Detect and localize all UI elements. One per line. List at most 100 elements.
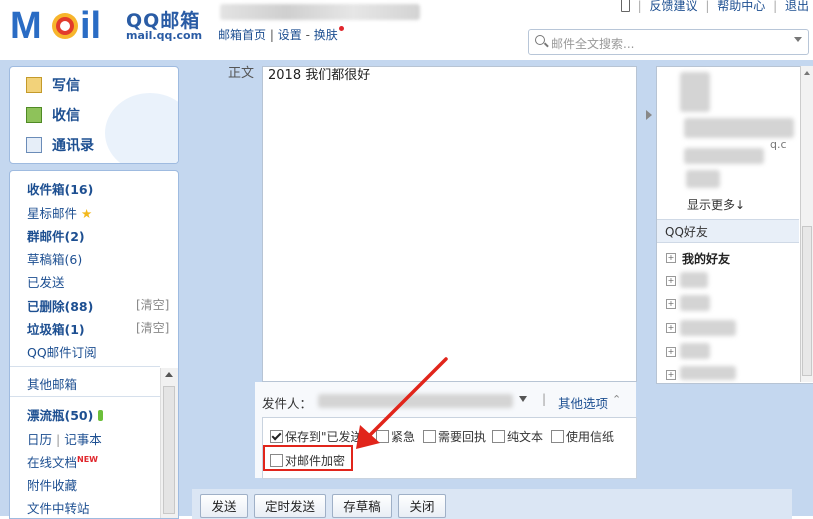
settings-link[interactable]: 设置	[278, 28, 302, 42]
star-icon: ★	[81, 206, 93, 221]
chevron-up-icon[interactable]: ⌃	[612, 393, 621, 406]
folder-sent[interactable]: 已发送	[27, 272, 65, 291]
divider	[10, 366, 160, 367]
checkbox-icon[interactable]	[270, 430, 283, 443]
expand-plus-icon[interactable]: +	[666, 276, 676, 286]
clear-spam-link[interactable]: [清空]	[136, 319, 169, 336]
contacts-label: 通讯录	[52, 138, 94, 154]
folder-starred-label: 星标邮件	[27, 206, 78, 221]
stationery-checkbox[interactable]: 使用信纸	[551, 428, 614, 445]
more-options-link[interactable]: 其他选项	[558, 393, 608, 412]
close-button[interactable]: 关闭	[398, 494, 446, 518]
nav-separator: |	[269, 28, 274, 42]
sidebar-scrollbar[interactable]	[160, 368, 178, 518]
mailbox-home-link[interactable]: 邮箱首页	[218, 28, 266, 42]
folder-spam[interactable]: 垃圾箱(1)	[27, 319, 85, 338]
folder-drafts[interactable]: 草稿箱(6)	[27, 249, 82, 268]
blurred-contact	[686, 170, 720, 188]
separator: |	[542, 392, 547, 406]
folder-other-mailbox[interactable]: 其他邮箱	[27, 374, 77, 393]
skin-link[interactable]: 换肤	[314, 28, 338, 42]
contacts-button[interactable]: 通讯录	[26, 135, 94, 155]
folder-bottle[interactable]: 漂流瓶(50)	[27, 405, 103, 424]
sender-label: 发件人：	[262, 396, 313, 411]
blurred-contact	[684, 148, 764, 164]
chevron-down-icon[interactable]	[794, 37, 802, 42]
blurred-group	[680, 295, 710, 311]
help-link[interactable]: 帮助中心	[717, 0, 765, 13]
checkbox-icon[interactable]	[551, 430, 564, 443]
folder-group[interactable]: 群邮件(2)	[27, 226, 85, 245]
new-dot-icon	[338, 26, 344, 31]
search-input[interactable]: 邮件全文搜索...	[551, 35, 634, 52]
body-editor[interactable]	[262, 66, 637, 382]
save-draft-button[interactable]: 存草稿	[332, 494, 392, 518]
blurred-group	[680, 320, 736, 336]
blurred-group	[680, 343, 710, 359]
group-my-friends[interactable]: 我的好友	[682, 250, 730, 267]
quick-actions-panel: 写信 收信 通讯录	[9, 66, 179, 164]
plain-text-checkbox[interactable]: 纯文本	[492, 428, 543, 445]
svg-text:M: M	[10, 5, 42, 44]
bottle-label: 漂流瓶(50)	[27, 408, 94, 423]
show-more-link[interactable]: 显示更多↓	[687, 196, 745, 213]
scroll-up-icon[interactable]	[804, 71, 810, 75]
compose-label: 写信	[52, 78, 80, 94]
qq-penguin-icon	[105, 93, 178, 163]
body-text: 2018 我们都很好	[268, 68, 371, 83]
blurred-contact	[684, 118, 794, 138]
expand-plus-icon[interactable]: +	[666, 370, 676, 380]
folder-inbox[interactable]: 收件箱(16)	[27, 179, 93, 198]
new-badge: NEW	[77, 454, 98, 464]
compose-button[interactable]: 写信	[26, 75, 80, 95]
top-links: | 反馈建议 | 帮助中心 | 退出	[620, 0, 809, 14]
clear-deleted-link[interactable]: [清空]	[136, 296, 169, 313]
annotation-highlight-box	[263, 445, 353, 471]
qq-friends-header[interactable]: QQ好友	[657, 219, 799, 243]
pencil-icon	[26, 77, 42, 93]
blurred-contact	[680, 72, 710, 112]
blurred-account-name	[220, 4, 420, 20]
phone-icon[interactable]	[620, 0, 630, 12]
expand-panel-icon[interactable]	[646, 110, 652, 120]
attachments-link[interactable]: 附件收藏	[27, 475, 77, 494]
calendar-memo-row: 日历 | 记事本	[27, 432, 102, 447]
expand-plus-icon[interactable]: +	[666, 323, 676, 333]
online-docs-link[interactable]: 在线文档NEW	[27, 452, 98, 471]
contact-email-fragment: q.c	[770, 138, 787, 151]
search-box[interactable]: 邮件全文搜索...	[528, 29, 809, 55]
qq-mail-logo: M il	[10, 5, 101, 44]
chevron-down-icon[interactable]	[519, 396, 527, 402]
folder-subscribe[interactable]: QQ邮件订阅	[27, 342, 97, 361]
body-label: 正文	[228, 66, 255, 81]
scroll-up-icon[interactable]	[165, 372, 173, 377]
memo-link[interactable]: 记事本	[64, 432, 102, 447]
bottle-icon	[97, 410, 103, 421]
logout-link[interactable]: 退出	[785, 0, 809, 13]
blurred-group	[680, 272, 708, 288]
search-icon	[535, 35, 545, 45]
scrollbar-thumb[interactable]	[163, 386, 175, 514]
contacts-scrollbar[interactable]	[800, 66, 813, 382]
svg-text:il: il	[80, 5, 101, 44]
calendar-link[interactable]: 日历	[27, 432, 52, 447]
stationery-label: 使用信纸	[566, 430, 615, 444]
blurred-group	[680, 366, 736, 380]
download-icon	[26, 107, 42, 123]
file-transfer-link[interactable]: 文件中转站	[27, 498, 90, 517]
expand-plus-icon[interactable]: +	[666, 253, 676, 263]
folder-deleted[interactable]: 已删除(88)	[27, 296, 93, 315]
scrollbar-thumb[interactable]	[802, 226, 812, 376]
divider	[10, 396, 160, 397]
header-nav: 邮箱首页 | 设置 - 换肤	[218, 26, 344, 43]
scheduled-send-button[interactable]: 定时发送	[254, 494, 326, 518]
expand-plus-icon[interactable]: +	[666, 347, 676, 357]
expand-plus-icon[interactable]: +	[666, 299, 676, 309]
send-button[interactable]: 发送	[200, 494, 248, 518]
inbox-button[interactable]: 收信	[26, 105, 80, 125]
folder-starred[interactable]: 星标邮件 ★	[27, 203, 92, 222]
online-docs-label: 在线文档	[27, 455, 78, 470]
feedback-link[interactable]: 反馈建议	[650, 0, 698, 13]
receive-label: 收信	[52, 108, 80, 124]
checkbox-icon[interactable]	[492, 430, 505, 443]
